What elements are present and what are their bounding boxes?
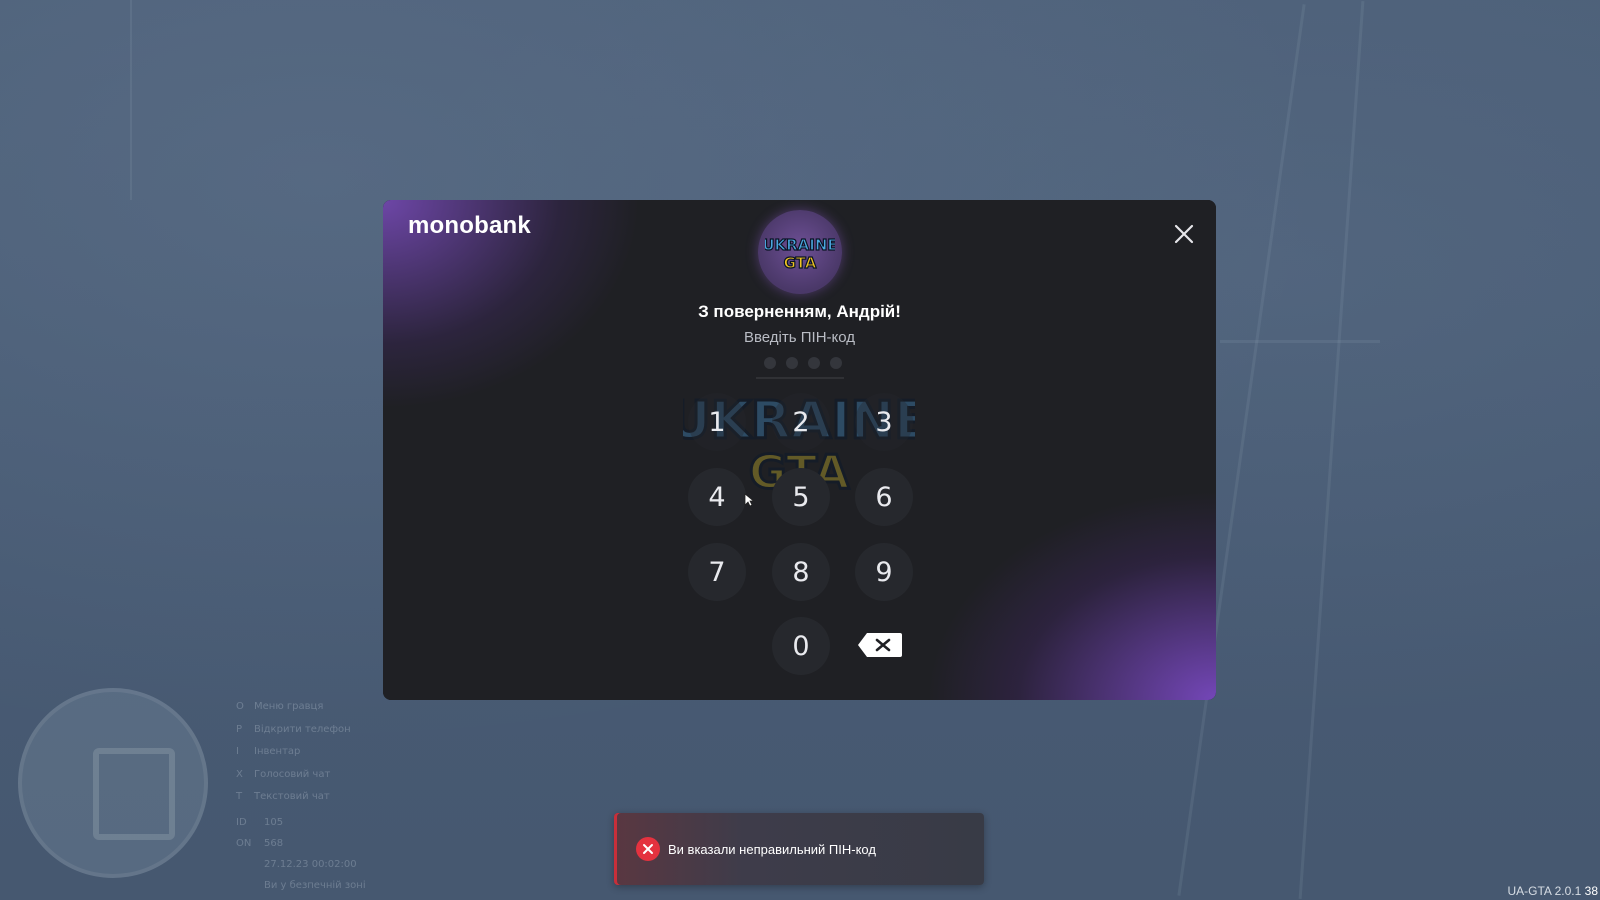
greeting-title: З поверненням, Андрій! [698, 302, 901, 321]
hud-keybind-hints: O Меню гравця P Відкрити телефон I Інвентар… [236, 696, 351, 809]
hud-stat-key: ON [236, 838, 252, 849]
pin-dot [830, 357, 842, 369]
hud-hint-row: O Меню гравця [236, 696, 351, 719]
hud-hint-key: X [236, 768, 243, 780]
pin-dot [786, 357, 798, 369]
pin-dot [808, 357, 820, 369]
background-structure [130, 0, 132, 200]
hud-hint-row: T Текстовий чат [236, 786, 351, 809]
hud-hint-label: Меню гравця [254, 701, 324, 712]
hud-stat-row: ON 568 [236, 833, 366, 854]
hud-hint-key: I [236, 746, 239, 757]
hud-stat-row: ID 105 [236, 812, 366, 833]
avatar-logo-top-text: UKRAINE [765, 236, 835, 254]
keypad-key-3[interactable]: 3 [855, 393, 913, 451]
avatar: UKRAINE GTA [758, 210, 842, 294]
minimap-building [93, 748, 175, 840]
keypad-key-8[interactable]: 8 [772, 543, 830, 601]
pin-underline [756, 377, 844, 379]
pin-indicator [764, 357, 842, 369]
keypad-key-0[interactable]: 0 [772, 617, 830, 675]
error-x-glyph [643, 844, 653, 854]
fps-counter: 38 [1584, 884, 1598, 898]
keypad-key-5[interactable]: 5 [772, 468, 830, 526]
keypad-key-1[interactable]: 1 [688, 393, 746, 451]
keypad-key-4[interactable]: 4 [688, 468, 746, 526]
error-toast-message: Ви вказали неправильний ПІН-код [668, 841, 876, 857]
pin-prompt: Введіть ПІН-код [743, 329, 856, 346]
minimap [18, 688, 208, 878]
error-icon [636, 837, 660, 861]
keypad-key-2[interactable]: 2 [772, 393, 830, 451]
ukraine-gta-logo-icon: UKRAINE GTA [765, 235, 835, 272]
keypad-key-7[interactable]: 7 [688, 543, 746, 601]
hud-stat-key: ID [236, 817, 247, 828]
mouse-cursor-icon [744, 493, 754, 507]
version-label: UA-GTA 2.0.1 38 [1507, 884, 1598, 898]
hud-hint-row: I Інвентар [236, 741, 351, 764]
hud-hint-key: P [236, 723, 243, 735]
hud-hint-key: T [236, 791, 243, 802]
hud-stat-value: 105 [264, 817, 284, 828]
hud-stats: ID 105 ON 568 27.12.23 00:02:00 Ви у безпе… [236, 812, 366, 896]
hud-hint-row: P Відкрити телефон [236, 719, 351, 742]
game-version: UA-GTA 2.0.1 [1507, 884, 1582, 898]
hud-hint-label: Інвентар [254, 746, 301, 757]
hud-hint-label: Відкрити телефон [254, 723, 351, 735]
background-structure [1220, 340, 1380, 343]
avatar-logo-bottom-text: GTA [784, 254, 817, 272]
brand-title: monobank [408, 212, 531, 239]
backspace-icon[interactable] [857, 632, 903, 658]
pin-dot [764, 357, 776, 369]
keypad-key-6[interactable]: 6 [855, 468, 913, 526]
keypad-key-9[interactable]: 9 [855, 543, 913, 601]
hud-hint-key: O [236, 701, 244, 712]
hud-hint-row: X Голосовий чат [236, 764, 351, 787]
hud-stat-row: Ви у безпечній зоні [236, 875, 366, 896]
background-structure [1298, 0, 1365, 900]
hud-hint-label: Текстовий чат [254, 791, 330, 802]
hud-stat-value: 27.12.23 00:02:00 [264, 859, 357, 870]
close-icon[interactable] [1172, 222, 1196, 246]
hud-hint-label: Голосовий чат [254, 768, 331, 780]
error-toast: Ви вказали неправильний ПІН-код [614, 813, 984, 885]
monobank-pin-modal: UKRAINE GTA monobank UKRAINE GTA З повер… [383, 200, 1216, 700]
hud-stat-value: 568 [264, 838, 284, 849]
hud-stat-value: Ви у безпечній зоні [264, 880, 366, 891]
hud-stat-row: 27.12.23 00:02:00 [236, 854, 366, 875]
